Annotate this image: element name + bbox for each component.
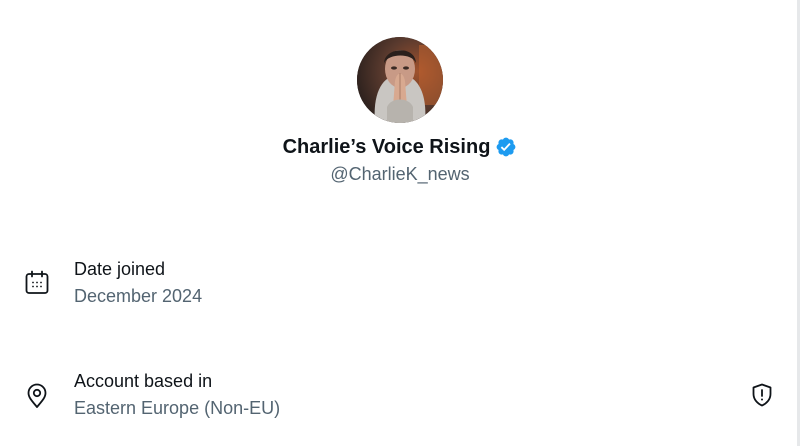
- date-joined-row: Date joined December 2024: [0, 259, 800, 319]
- verified-badge-icon[interactable]: [495, 136, 517, 158]
- account-based-in-row: Account based in Eastern Europe (Non-EU): [0, 371, 800, 431]
- account-based-in-value: Eastern Europe (Non-EU): [74, 398, 281, 418]
- date-joined-value: December 2024: [74, 286, 203, 306]
- profile-about-page: Charlie’s Voice Rising @CharlieK_news Da…: [0, 0, 800, 446]
- avatar[interactable]: [357, 37, 443, 123]
- calendar-icon: [24, 270, 50, 296]
- name-row: Charlie’s Voice Rising: [283, 134, 518, 160]
- date-joined-label: Date joined: [74, 259, 166, 279]
- shield-alert-icon[interactable]: [749, 382, 775, 408]
- location-pin-icon: [24, 383, 50, 409]
- display-name: Charlie’s Voice Rising: [282, 135, 491, 158]
- profile-handle: @CharlieK_news: [330, 164, 470, 184]
- avatar-image: [357, 37, 443, 123]
- account-based-in-label: Account based in: [74, 371, 213, 391]
- profile-header: Charlie’s Voice Rising @CharlieK_news: [0, 0, 800, 185]
